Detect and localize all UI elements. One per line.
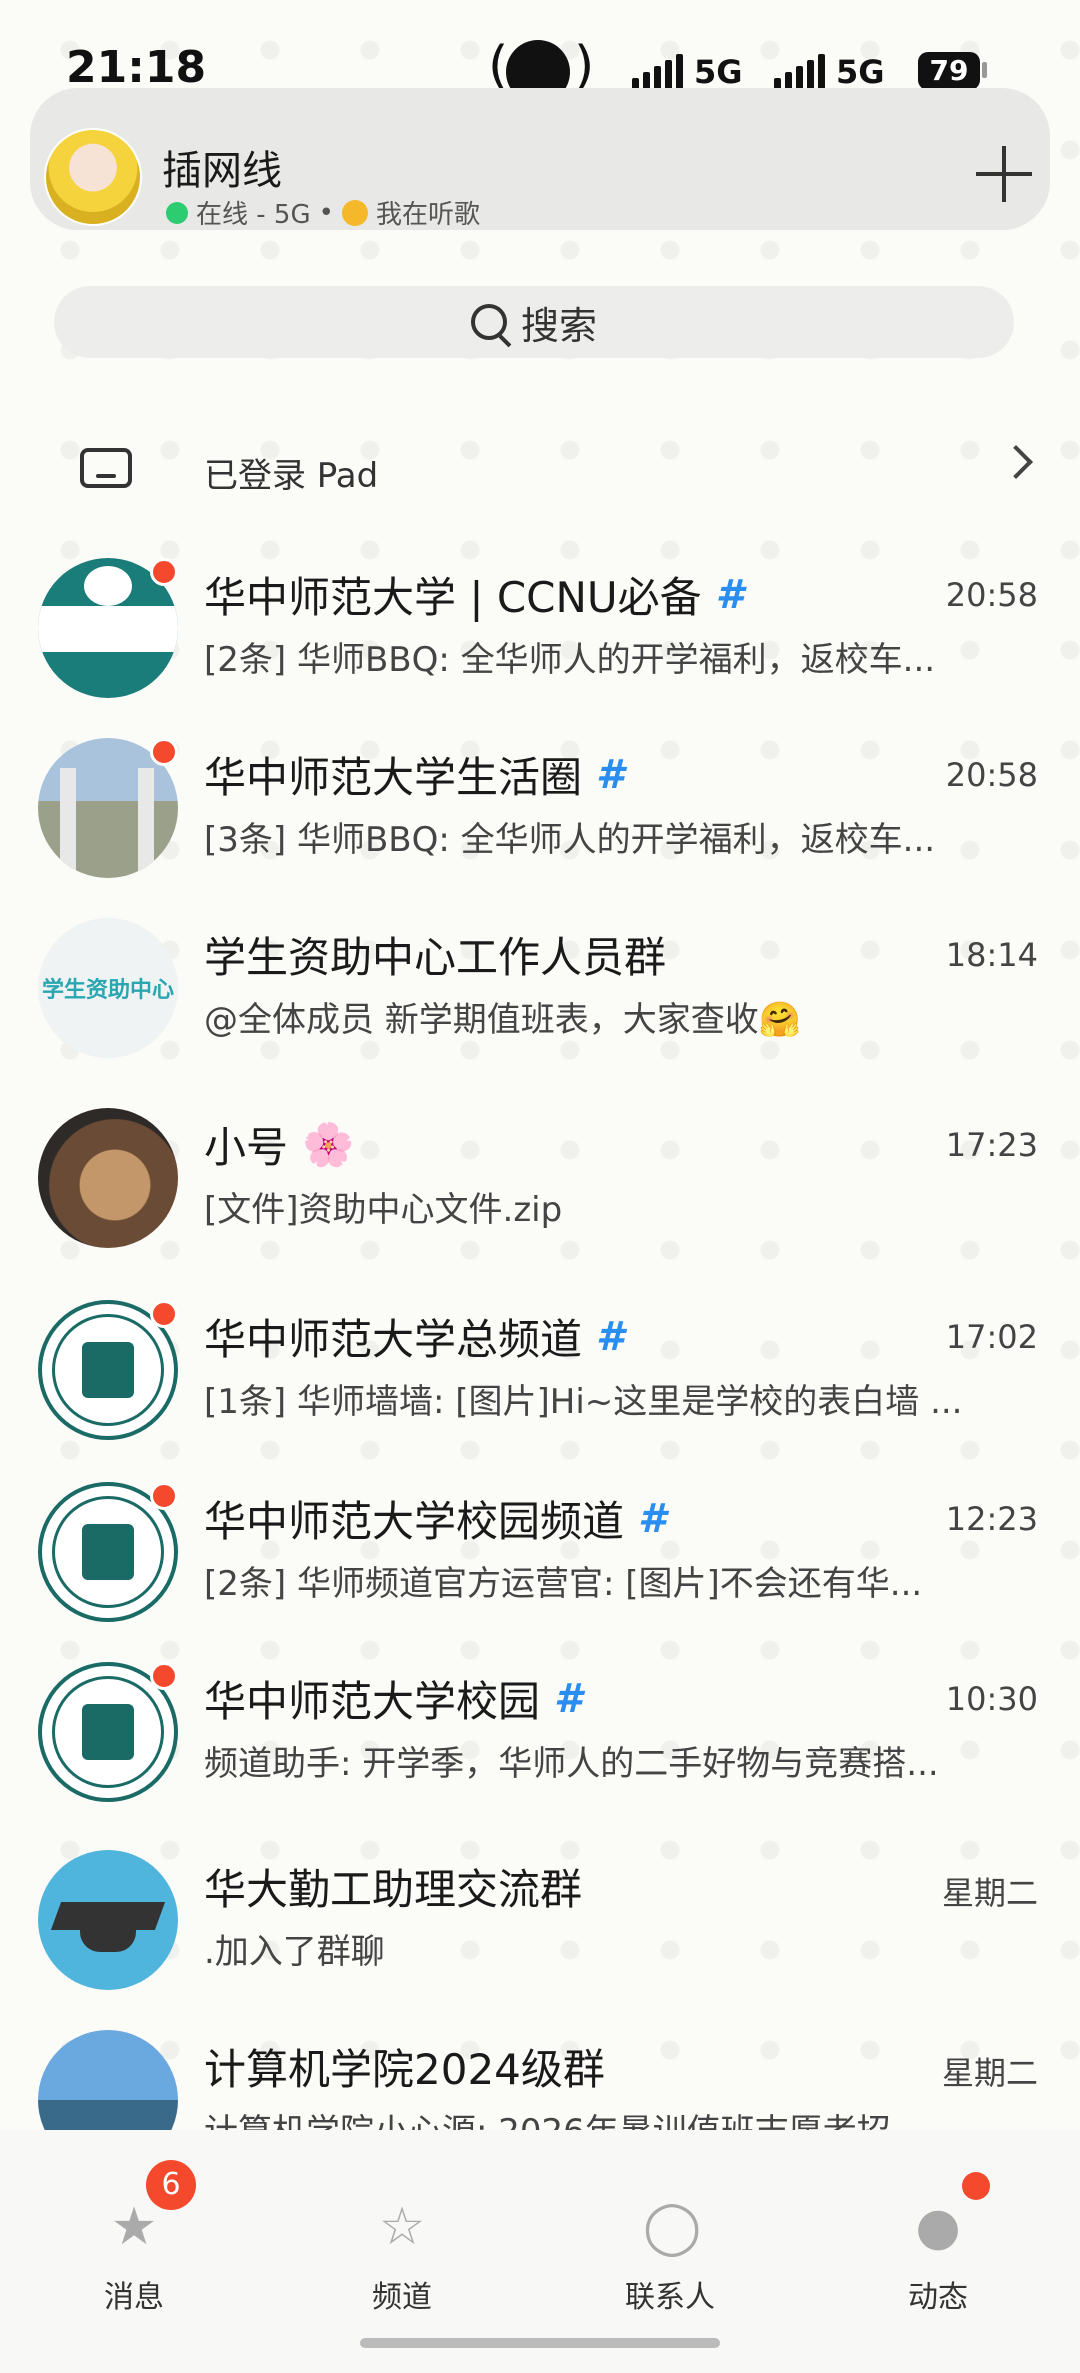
tab-channels[interactable]: ☆ 频道 [312, 2200, 492, 2316]
chat-avatar [38, 1108, 178, 1248]
signal-1: 5G [632, 50, 743, 90]
chat-preview: 计算机学院小心源: 2026年暑训值班志愿者招... [204, 2104, 1004, 2130]
chat-title: 华中师范大学 | CCNU必备 [204, 573, 702, 622]
search-bar[interactable]: 搜索 [54, 286, 1014, 358]
chat-title: 学生资助中心工作人员群 [204, 933, 667, 982]
user-status[interactable]: 在线 - 5G • 我在听歌 [166, 194, 480, 231]
chat-time: 18:14 [945, 936, 1038, 974]
chat-preview: [文件]资助中心文件.zip [204, 1190, 563, 1230]
tab-moments[interactable]: ● 动态 [848, 2200, 1028, 2316]
chat-item[interactable]: 华中师范大学 | CCNU必备 # 20:58 [2条] 华师BBQ: 全华师人的… [0, 548, 1080, 728]
star-icon: ★ [110, 2197, 158, 2257]
chat-avatar [38, 2030, 178, 2130]
user-name[interactable]: 插网线 [162, 138, 282, 196]
search-placeholder: 搜索 [520, 303, 597, 348]
chat-preview: [2条] 华师频道官方运营官: [图片]不会还有华... [204, 1564, 923, 1604]
chat-item[interactable]: 学生资助中心 学生资助中心工作人员群 18:14 @全体成员 新学期值班表，大家… [0, 908, 1080, 1088]
chat-time: 17:02 [945, 1318, 1038, 1356]
chat-time: 星期二 [941, 2054, 1038, 2092]
unread-dot [150, 738, 178, 766]
chat-title: 华大勤工助理交流群 [204, 1865, 583, 1914]
chat-time: 20:58 [945, 576, 1038, 614]
chat-time: 20:58 [945, 756, 1038, 794]
home-indicator[interactable] [360, 2338, 720, 2348]
messages-badge: 6 [146, 2160, 196, 2210]
battery-icon: 79 [918, 52, 980, 90]
chat-time: 10:30 [945, 1680, 1038, 1718]
online-dot-icon [166, 201, 188, 224]
chat-title: 小号 [204, 1123, 289, 1172]
channel-hash-icon: # [554, 1675, 582, 1722]
contacts-icon: ◯ [643, 2197, 702, 2257]
search-icon [470, 304, 507, 340]
profile-header: 插网线 在线 - 5G • 我在听歌 [30, 88, 1050, 230]
channel-hash-icon: # [715, 571, 744, 618]
flower-badge-icon: 🌸 [302, 1119, 355, 1169]
chat-item[interactable]: 华中师范大学生活圈 # 20:58 [3条] 华师BBQ: 全华师人的开学福利，返… [0, 728, 1080, 908]
chat-title: 华中师范大学生活圈 [204, 753, 583, 802]
unread-dot [150, 1300, 178, 1328]
moments-unread-dot [962, 2172, 990, 2200]
bottom-tab-bar: ★ 消息 6 ☆ 频道 ◯ 联系人 ● 动态 [0, 2130, 1080, 2373]
user-avatar[interactable] [44, 128, 142, 226]
chat-title: 华中师范大学总频道 [204, 1315, 583, 1364]
chat-item[interactable]: 华中师范大学校园频道 # 12:23 [2条] 华师频道官方运营官: [图片]不会… [0, 1472, 1080, 1652]
chat-title: 华中师范大学校园 [204, 1677, 541, 1726]
chat-preview: 频道助手: 开学季，华师人的二手好物与竞赛搭... [204, 1744, 939, 1784]
channel-hash-icon: # [596, 751, 624, 798]
chat-avatar [38, 1850, 178, 1990]
tablet-icon [80, 448, 132, 488]
pad-label: 已登录 Pad [204, 456, 379, 496]
chat-item[interactable]: 小号 🌸 17:23 [文件]资助中心文件.zip [0, 1098, 1080, 1278]
chat-item[interactable]: 计算机学院2024级群 星期二 计算机学院小心源: 2026年暑训值班志愿者招.… [0, 2020, 1080, 2130]
add-icon[interactable] [976, 146, 1032, 202]
chat-item[interactable]: 华中师范大学总频道 # 17:02 [1条] 华师墙墙: [图片]Hi~这里是学校… [0, 1290, 1080, 1470]
chevron-right-icon [999, 445, 1033, 479]
signal-bars-icon [774, 54, 825, 90]
chat-avatar: 学生资助中心 [38, 918, 178, 1058]
smile-emoji-icon [341, 199, 368, 226]
pad-login-row[interactable]: 已登录 Pad [0, 420, 1080, 520]
signal-2: 5G [774, 50, 885, 90]
chat-item[interactable]: 华中师范大学校园 # 10:30 频道助手: 开学季，华师人的二手好物与竞赛搭..… [0, 1652, 1080, 1832]
unread-dot [150, 1662, 178, 1690]
channel-hash-icon: # [596, 1313, 624, 1360]
star-outline-icon: ☆ [378, 2197, 426, 2257]
unread-dot [150, 1482, 178, 1510]
tab-messages[interactable]: ★ 消息 [44, 2200, 224, 2316]
chat-list-screen: 21:18 ( ) 5G 5G 79 插网线 在线 - 5G • 我在听歌 搜索… [0, 0, 1080, 2373]
status-time: 21:18 [66, 42, 207, 93]
chat-preview: [1条] 华师墙墙: [图片]Hi~这里是学校的表白墙 ... [204, 1382, 963, 1422]
chat-time: 17:23 [945, 1126, 1038, 1164]
chat-preview: .加入了群聊 [204, 1932, 385, 1972]
chat-title: 华中师范大学校园频道 [204, 1497, 625, 1546]
unread-dot [150, 558, 178, 586]
channel-hash-icon: # [638, 1495, 666, 1542]
chat-time: 12:23 [945, 1500, 1038, 1538]
tab-contacts[interactable]: ◯ 联系人 [580, 2200, 760, 2316]
paw-icon: ● [915, 2197, 961, 2257]
chat-time: 星期二 [941, 1874, 1038, 1912]
signal-bars-icon [632, 54, 683, 90]
chat-preview: @全体成员 新学期值班表，大家查收🤗 [204, 1000, 802, 1040]
chat-preview: [2条] 华师BBQ: 全华师人的开学福利，返校车... [204, 640, 936, 680]
chat-item[interactable]: 华大勤工助理交流群 星期二 .加入了群聊 [0, 1840, 1080, 2020]
chat-preview: [3条] 华师BBQ: 全华师人的开学福利，返校车... [204, 820, 936, 860]
chat-title: 计算机学院2024级群 [204, 2045, 605, 2094]
